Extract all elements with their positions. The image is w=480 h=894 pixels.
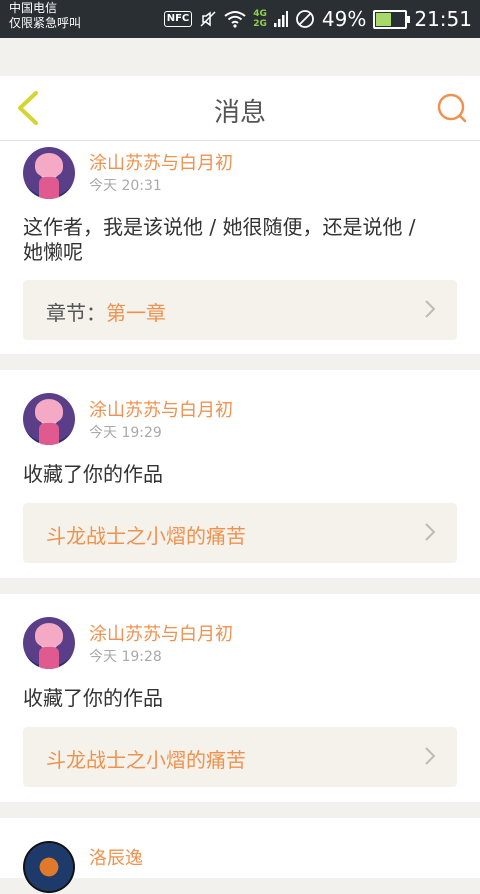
- target-value: 第一章: [106, 301, 166, 325]
- mute-icon: [200, 11, 216, 27]
- search-icon[interactable]: [436, 92, 468, 124]
- carrier-name: 中国电信: [9, 1, 58, 15]
- username[interactable]: 涂山苏苏与白月初: [89, 149, 233, 175]
- battery-level: [376, 12, 392, 26]
- message-target[interactable]: 章节：第一章: [23, 280, 457, 340]
- timestamp: 今天 19:28: [89, 649, 162, 665]
- app-header: 消息: [0, 76, 480, 141]
- message-card: 涂山苏苏与白月初 今天 20:31 这作者，我是该说他 / 她很随便，还是说他 …: [0, 141, 480, 354]
- message-list: 涂山苏苏与白月初 今天 20:31 这作者，我是该说他 / 她很随便，还是说他 …: [0, 141, 480, 894]
- avatar[interactable]: [23, 393, 75, 445]
- chevron-right-icon: [425, 523, 435, 541]
- message-card: 涂山苏苏与白月初 今天 19:28 收藏了你的作品 斗龙战士之小熠的痛苦: [0, 594, 480, 802]
- target-value: 斗龙战士之小熠的痛苦: [46, 748, 246, 772]
- chevron-right-icon: [425, 747, 435, 765]
- timestamp: 今天 19:29: [89, 425, 162, 441]
- target-label: 斗龙战士之小熠的痛苦: [46, 744, 246, 773]
- target-value: 斗龙战士之小熠的痛苦: [46, 524, 246, 548]
- username[interactable]: 涂山苏苏与白月初: [89, 620, 233, 646]
- battery-icon: [373, 9, 411, 29]
- target-label: 斗龙战士之小熠的痛苦: [46, 520, 246, 549]
- avatar[interactable]: [23, 147, 75, 199]
- message-card: 洛辰逸: [0, 818, 480, 893]
- message-target[interactable]: 斗龙战士之小熠的痛苦: [23, 503, 457, 563]
- network-type: 4G 2G: [253, 9, 267, 29]
- net-2g-label: 2G: [253, 19, 267, 29]
- message-target[interactable]: 斗龙战士之小熠的痛苦: [23, 727, 457, 787]
- wifi-icon: [224, 11, 246, 28]
- nfc-icon: NFC: [163, 11, 193, 27]
- message-text: 收藏了你的作品: [23, 686, 163, 710]
- carrier-info: 中国电信 仅限紧急呼叫: [9, 1, 81, 31]
- status-bar: 中国电信 仅限紧急呼叫 NFC 4G 2G 49% 21:51: [0, 0, 480, 38]
- chevron-right-icon: [425, 300, 435, 318]
- avatar[interactable]: [23, 617, 75, 669]
- signal-icon: [273, 11, 288, 27]
- battery-percent: 49%: [321, 7, 367, 31]
- message-text: 收藏了你的作品: [23, 462, 163, 486]
- username[interactable]: 涂山苏苏与白月初: [89, 396, 233, 422]
- avatar[interactable]: [23, 841, 75, 893]
- message-text: 这作者，我是该说他 / 她很随便，还是说他 / 她懒呢: [23, 215, 416, 264]
- carrier-status: 仅限紧急呼叫: [9, 16, 82, 30]
- target-label: 章节：第一章: [46, 297, 166, 326]
- page-title: 消息: [213, 98, 266, 128]
- username[interactable]: 洛辰逸: [89, 844, 143, 870]
- timestamp: 今天 20:31: [89, 178, 162, 194]
- target-prefix: 章节：: [46, 301, 106, 325]
- no-disturb-icon: [296, 10, 314, 28]
- clock: 21:51: [414, 7, 472, 31]
- status-icons: NFC 4G 2G 49% 21:51: [163, 0, 472, 38]
- net-4g-label: 4G: [253, 9, 267, 19]
- message-card: 涂山苏苏与白月初 今天 19:29 收藏了你的作品 斗龙战士之小熠的痛苦: [0, 370, 480, 578]
